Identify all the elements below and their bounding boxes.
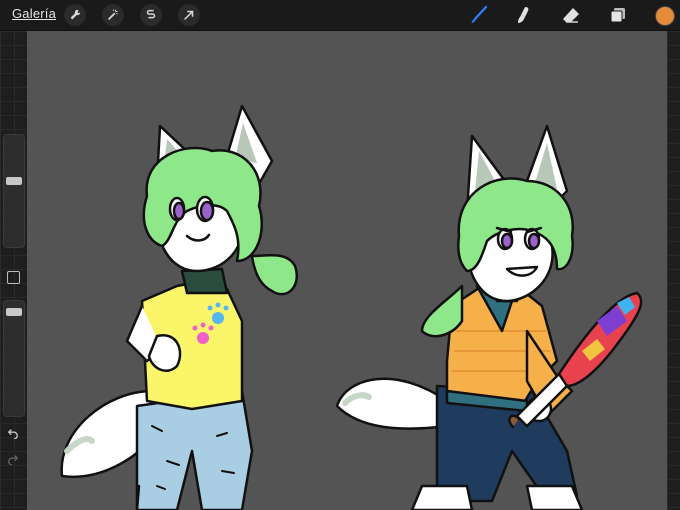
drawing-canvas[interactable] xyxy=(27,31,667,510)
brush-size-knob[interactable] xyxy=(6,177,22,185)
left-sidebar xyxy=(0,31,27,510)
opacity-knob[interactable] xyxy=(6,308,22,317)
actions-button[interactable] xyxy=(64,4,86,26)
selection-icon xyxy=(146,9,156,19)
brush-icon xyxy=(471,5,488,23)
color-picker-button[interactable] xyxy=(655,6,675,26)
eraser-tool-button[interactable] xyxy=(560,4,582,26)
redo-icon xyxy=(8,455,19,465)
brush-size-slider[interactable] xyxy=(3,134,25,248)
gallery-button[interactable]: Galería xyxy=(12,6,56,21)
layers-button[interactable] xyxy=(607,4,629,26)
layers-icon xyxy=(610,8,625,23)
right-character xyxy=(335,124,643,510)
undo-icon xyxy=(7,429,18,439)
undo-button[interactable] xyxy=(6,426,20,440)
eraser-icon xyxy=(563,8,579,23)
transform-arrow-icon xyxy=(184,10,194,20)
transform-button[interactable] xyxy=(178,4,200,26)
right-edge-grid xyxy=(667,31,680,510)
selection-button[interactable] xyxy=(140,4,162,26)
modify-button[interactable] xyxy=(7,271,20,284)
smudge-icon xyxy=(518,7,529,23)
right-character-tail xyxy=(335,377,449,430)
magic-wand-icon xyxy=(108,9,118,20)
opacity-slider[interactable] xyxy=(3,300,25,417)
left-character xyxy=(60,104,298,510)
smudge-tool-button[interactable] xyxy=(513,4,535,26)
adjustments-button[interactable] xyxy=(102,4,124,26)
brush-tool-button[interactable] xyxy=(468,4,490,26)
redo-button[interactable] xyxy=(6,452,20,466)
top-toolbar: Galería xyxy=(0,0,680,31)
artwork xyxy=(60,104,643,510)
wrench-icon xyxy=(70,9,81,20)
